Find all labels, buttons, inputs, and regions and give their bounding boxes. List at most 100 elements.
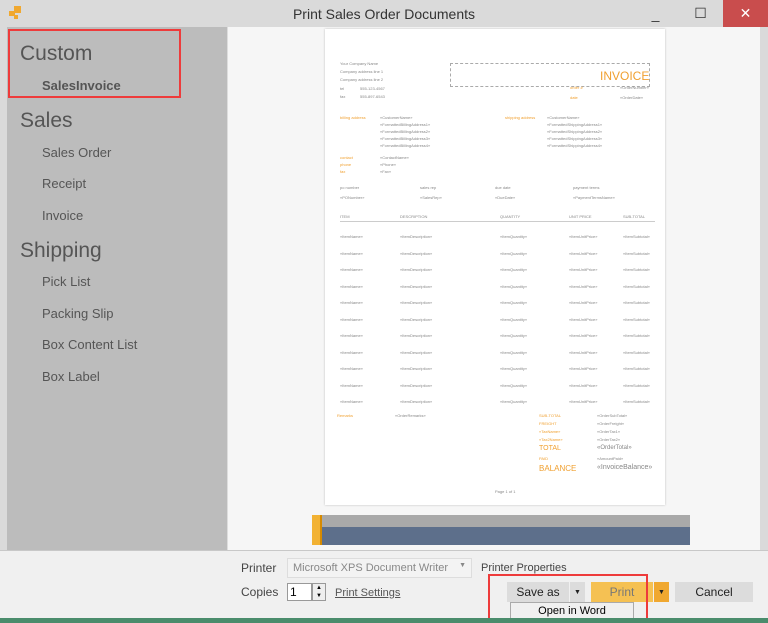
table-cell: «ItemName» <box>340 267 363 272</box>
document-text: «PONumber» <box>340 195 365 200</box>
sidebar: Custom SalesInvoice Sales Sales Order Re… <box>7 27 227 550</box>
sidebar-item-box-content-list[interactable]: Box Content List <box>42 337 137 352</box>
minimize-button[interactable]: _ <box>633 0 678 27</box>
document-text: SUB-TOTAL <box>539 413 562 418</box>
document-text: «Tax2Name» <box>539 437 563 442</box>
document-text: «AmountPaid» <box>597 456 624 461</box>
sidebar-item-sales-order[interactable]: Sales Order <box>42 145 111 160</box>
scrollbar-thumb[interactable] <box>312 515 322 545</box>
column-header: ITEM <box>340 214 350 219</box>
table-cell: «ItemQuantity» <box>500 283 528 289</box>
sidebar-item-receipt[interactable]: Receipt <box>42 176 86 191</box>
cancel-button[interactable]: Cancel <box>675 582 753 602</box>
document-text: payment terms <box>573 185 600 190</box>
sidebar-item-packing-slip[interactable]: Packing Slip <box>42 306 114 321</box>
document-text: «SalesRep» <box>420 195 442 200</box>
invoice-heading: INVOICE <box>600 69 650 83</box>
table-cell: «ItemUnitPrice» <box>569 349 598 355</box>
printer-select[interactable]: Microsoft XPS Document Writer ▼ <box>287 558 472 578</box>
table-cell: «ItemDescription» <box>400 300 433 305</box>
table-cell: «ItemSubtotal» <box>623 300 650 305</box>
sidebar-group-sales: Sales <box>20 109 73 132</box>
printer-properties-link[interactable]: Printer Properties <box>481 562 567 574</box>
highlight-box <box>8 29 181 98</box>
table-cell: «ItemSubtotal» <box>623 234 650 239</box>
table-cell: «ItemUnitPrice» <box>569 267 598 272</box>
document-text: BALANCE <box>539 464 577 473</box>
table-cell: «ItemSubtotal» <box>623 267 650 272</box>
document-text: «DueDate» <box>495 195 516 200</box>
title-bar: Print Sales Order Documents _ ☐ ✕ <box>0 0 768 27</box>
document-text: «FormattedBillingAddress1» <box>380 122 431 127</box>
document-text: 555-123-4567 <box>360 86 385 91</box>
table-cell: «ItemUnitPrice» <box>569 316 598 322</box>
close-button[interactable]: ✕ <box>723 0 768 27</box>
copies-input[interactable]: 1 <box>287 583 312 601</box>
document-text: «FormattedBillingAddress3» <box>380 136 431 141</box>
table-cell: «ItemUnitPrice» <box>569 300 598 305</box>
document-text: «CustomerName» <box>547 115 580 120</box>
highlight-box <box>488 574 648 621</box>
document-text: «FormattedShippingAddress4» <box>547 143 603 148</box>
table-cell: «ItemDescription» <box>400 333 433 338</box>
printer-label: Printer <box>241 561 277 575</box>
document-text: contact <box>340 155 353 160</box>
document-text: «OrderNumber» <box>620 85 649 90</box>
document-text: Company address line 1 <box>340 69 384 74</box>
table-cell: «ItemUnitPrice» <box>569 234 598 239</box>
print-settings-link[interactable]: Print Settings <box>335 587 400 599</box>
table-cell: «ItemQuantity» <box>500 366 528 371</box>
column-header: QUANTITY <box>500 214 521 219</box>
table-cell: «ItemName» <box>340 234 363 239</box>
sidebar-group-shipping: Shipping <box>20 239 102 262</box>
table-cell: «ItemUnitPrice» <box>569 399 598 404</box>
table-cell: «ItemDescription» <box>400 267 433 272</box>
copies-stepper[interactable]: ▲ ▼ <box>312 583 326 601</box>
sidebar-item-box-label[interactable]: Box Label <box>42 369 100 384</box>
table-cell: «ItemSubtotal» <box>623 366 650 371</box>
table-cell: «ItemUnitPrice» <box>569 283 598 289</box>
maximize-button[interactable]: ☐ <box>678 0 723 27</box>
column-header: UNIT PRICE <box>569 214 592 219</box>
sidebar-item-pick-list[interactable]: Pick List <box>42 274 90 289</box>
column-header: DESCRIPTION <box>400 214 428 219</box>
table-cell: «ItemName» <box>340 349 363 355</box>
printer-value: Microsoft XPS Document Writer <box>293 562 449 574</box>
table-cell: «ItemDescription» <box>400 234 433 239</box>
table-cell: «ItemName» <box>340 316 363 322</box>
document-text: «FormattedShippingAddress2» <box>547 129 603 134</box>
document-text: FREIGHT <box>539 421 557 426</box>
table-cell: «ItemDescription» <box>400 366 433 371</box>
document-text: PAID <box>539 456 549 461</box>
document-text: «OrderTotal» <box>597 445 632 451</box>
table-cell: «ItemQuantity» <box>500 316 528 322</box>
table-cell: «ItemName» <box>340 399 363 404</box>
table-cell: «ItemDescription» <box>400 283 433 289</box>
table-cell: «ItemSubtotal» <box>623 333 650 338</box>
document-text: Remarks <box>337 413 354 418</box>
document-text: «OrderDate» <box>620 95 644 100</box>
sidebar-item-invoice[interactable]: Invoice <box>42 208 83 223</box>
document-text: order # <box>570 85 583 90</box>
table-cell: «ItemName» <box>340 333 363 338</box>
table-cell: «ItemName» <box>340 366 363 371</box>
document-text: date <box>570 95 578 100</box>
table-cell: «ItemQuantity» <box>500 250 528 256</box>
table-cell: «ItemUnitPrice» <box>569 250 598 256</box>
document-text: phone <box>340 162 352 167</box>
document-text: Your Company Name <box>340 61 379 66</box>
table-cell: «ItemName» <box>340 283 363 289</box>
document-text: Company address line 2 <box>340 77 384 82</box>
table-cell: «ItemQuantity» <box>500 399 528 404</box>
horizontal-scrollbar[interactable] <box>312 515 690 545</box>
table-cell: «ItemDescription» <box>400 382 433 388</box>
table-cell: «ItemSubtotal» <box>623 250 650 256</box>
table-cell: «ItemQuantity» <box>500 349 528 355</box>
table-cell: «ItemQuantity» <box>500 382 528 388</box>
print-dropdown-icon[interactable]: ▼ <box>654 582 669 602</box>
table-cell: «ItemDescription» <box>400 349 433 355</box>
document-text: «OrderTax1» <box>597 429 621 434</box>
document-text: «OrderFreight» <box>597 421 625 426</box>
document-text: «Phone» <box>380 162 397 167</box>
document-text: 555-897-6543 <box>360 94 385 99</box>
